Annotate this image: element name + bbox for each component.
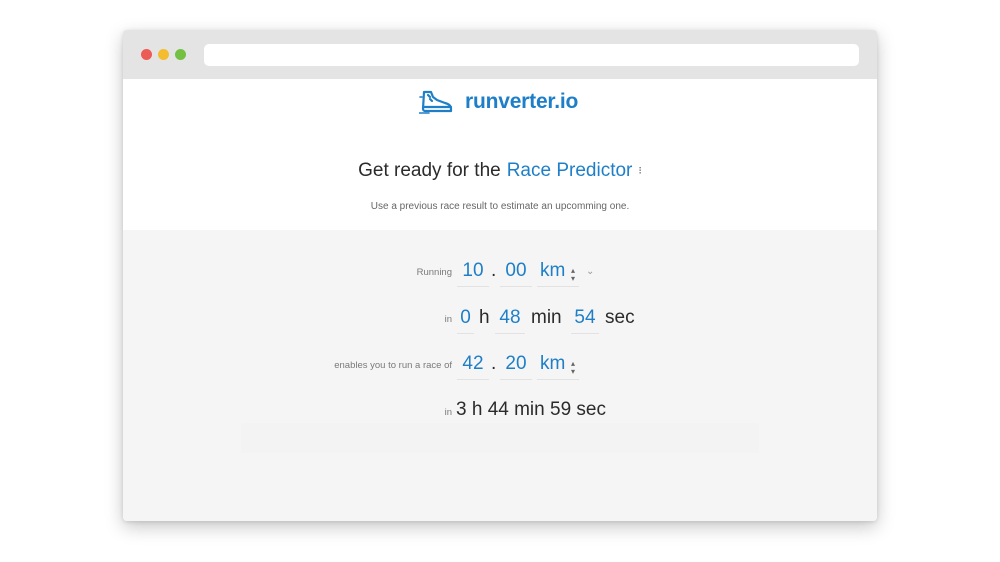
target-decimal-input[interactable]: 20 [500,349,532,380]
hours-unit: h [479,307,490,328]
maximize-window-icon[interactable] [175,49,186,60]
minutes-input[interactable]: 48 [495,303,525,334]
tool-selector[interactable]: Race Predictor [507,160,633,181]
brand-logo[interactable]: runverter.io [419,89,578,115]
distance-decimal-input[interactable]: 00 [500,256,532,287]
result-band [241,423,759,453]
seconds-unit: sec [605,307,635,328]
page-subtitle: Use a previous race result to estimate a… [370,201,630,212]
predictor-form: Running 10 . 00 km ▴ ▾ ⌄ in 0 h 48 min 54… [123,230,877,521]
minutes-value: 48 [499,307,521,328]
hours-value: 0 [460,307,471,328]
target-separator: . [491,353,497,374]
page-title: Get ready for the Race Predictor ⁝ [123,160,877,182]
browser-titlebar [123,30,877,79]
minutes-unit: min [531,307,562,328]
distance-integer-value: 10 [462,260,484,281]
running-label: Running [416,267,452,278]
minimize-window-icon[interactable] [158,49,169,60]
target-decimal-value: 20 [505,353,527,374]
seconds-value: 54 [574,307,596,328]
distance-decimal-value: 00 [505,260,527,281]
brand-name: runverter.io [465,90,579,113]
target-unit-value: km [540,353,566,374]
hours-input[interactable]: 0 [457,303,474,334]
target-integer-value: 42 [462,353,484,374]
seconds-input[interactable]: 54 [571,303,599,334]
browser-window: runverter.io Get ready for the Race Predi… [123,30,877,521]
distance-separator: . [491,260,497,281]
target-unit-arrows-icon[interactable]: ▴ ▾ [571,360,575,376]
address-bar[interactable] [204,44,859,66]
running-shoe-icon [419,90,453,114]
in-label: in [444,314,452,325]
page-header: runverter.io Get ready for the Race Predi… [123,79,877,230]
distance-unit-arrows-icon[interactable]: ▴ ▾ [571,267,575,283]
result-in-label: in [444,407,452,418]
chevron-down-icon[interactable]: ⌄ [586,266,594,277]
distance-integer-input[interactable]: 10 [457,256,489,287]
distance-unit-value: km [540,260,566,281]
headline-prefix: Get ready for the [358,160,501,181]
tool-selector-arrows-icon[interactable]: ⁝ [638,165,642,177]
target-integer-input[interactable]: 42 [457,349,489,380]
target-distance-label: enables you to run a race of [334,360,452,371]
predicted-time-result: 3 h 44 min 59 sec [456,399,606,420]
close-window-icon[interactable] [141,49,152,60]
